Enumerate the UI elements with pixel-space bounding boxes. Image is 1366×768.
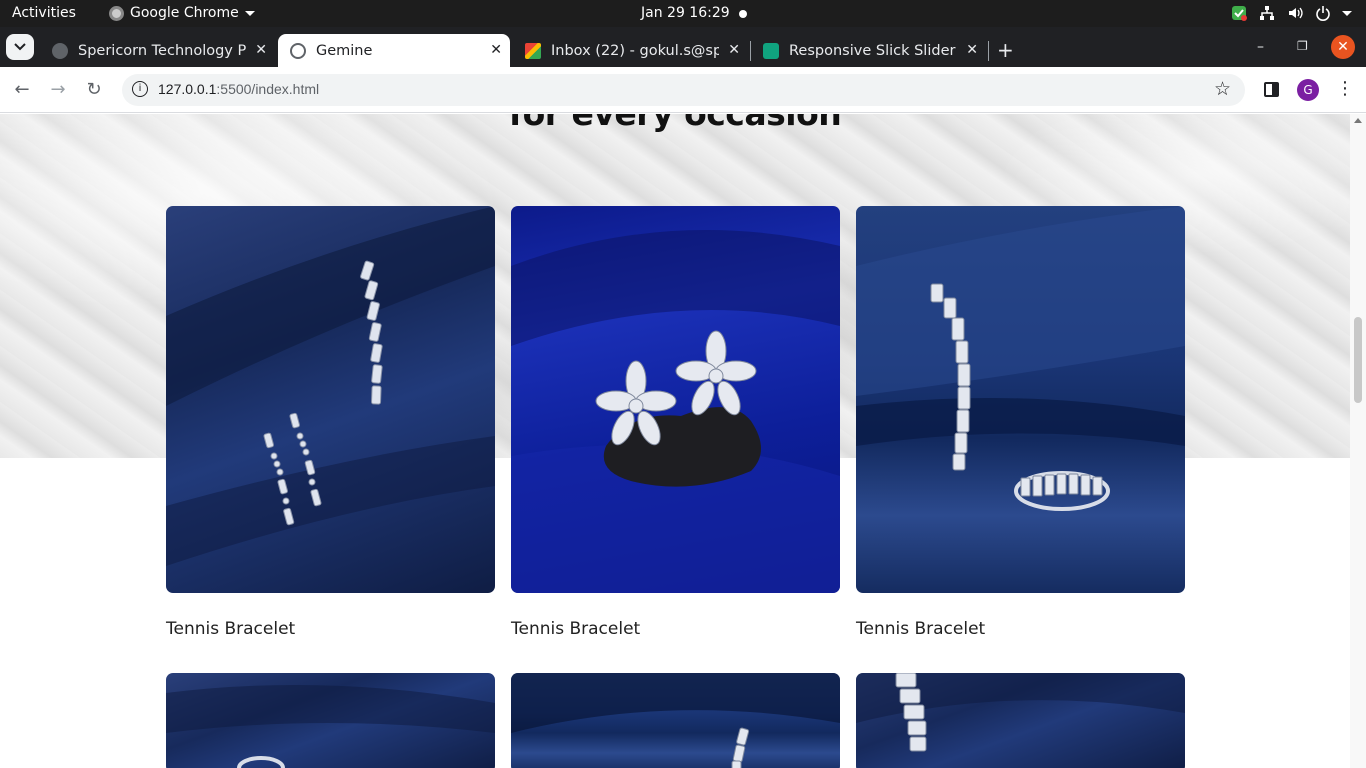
app-menu-label: Google Chrome bbox=[130, 5, 239, 21]
tab-spericorn[interactable]: Spericorn Technology Pv ✕ bbox=[40, 34, 275, 67]
product-image[interactable] bbox=[511, 673, 840, 768]
side-panel-icon[interactable] bbox=[1264, 82, 1279, 97]
app-menu[interactable]: Google Chrome bbox=[109, 5, 255, 21]
site-info-icon[interactable]: i bbox=[132, 81, 148, 97]
tab-separator bbox=[988, 41, 989, 61]
system-top-bar: Activities Google Chrome Jan 29 16:29 bbox=[0, 0, 1366, 27]
browser-toolbar: ← → ↻ i 127.0.0.1:5500/index.html ☆ G ⋮ bbox=[0, 67, 1366, 113]
chevron-down-icon bbox=[244, 10, 255, 16]
activities-button[interactable]: Activities bbox=[12, 5, 76, 21]
chevron-down-icon bbox=[14, 43, 26, 51]
product-card[interactable] bbox=[511, 673, 840, 768]
notification-dot-icon bbox=[739, 10, 747, 18]
update-shield-icon[interactable] bbox=[1230, 4, 1248, 22]
scroll-up-arrow-icon[interactable] bbox=[1354, 118, 1362, 123]
minimize-icon[interactable]: – bbox=[1257, 39, 1264, 55]
tab-title: Gemine bbox=[316, 42, 373, 59]
forward-arrow-icon[interactable]: → bbox=[48, 79, 68, 100]
close-tab-icon[interactable]: ✕ bbox=[728, 42, 740, 58]
product-card[interactable] bbox=[856, 673, 1185, 768]
power-icon[interactable] bbox=[1314, 4, 1332, 22]
page-viewport: for every occasion bbox=[0, 114, 1350, 768]
url-host: 127.0.0.1 bbox=[158, 81, 217, 97]
chrome-icon bbox=[109, 5, 124, 21]
window-close-icon[interactable]: ✕ bbox=[1331, 35, 1355, 59]
product-name[interactable]: Tennis Bracelet bbox=[511, 619, 840, 639]
restore-icon[interactable]: ❐ bbox=[1297, 39, 1308, 53]
tab-strip: Spericorn Technology Pv ✕ Gemine ✕ Inbox… bbox=[0, 27, 1366, 67]
url-path: :5500/index.html bbox=[216, 81, 320, 97]
product-image-bracelet-ring[interactable] bbox=[856, 206, 1185, 593]
address-bar[interactable]: i 127.0.0.1:5500/index.html ☆ bbox=[122, 74, 1245, 106]
scrollbar-thumb[interactable] bbox=[1354, 317, 1362, 403]
product-card[interactable]: Tennis Bracelet bbox=[511, 206, 840, 639]
new-tab-plus-icon[interactable]: + bbox=[997, 38, 1014, 62]
product-image[interactable] bbox=[856, 673, 1185, 768]
network-icon[interactable] bbox=[1258, 4, 1276, 22]
globe-icon bbox=[52, 42, 68, 59]
tab-title: Inbox (22) - gokul.s@spe bbox=[551, 42, 719, 59]
page-scrollbar[interactable] bbox=[1350, 114, 1366, 768]
volume-icon[interactable] bbox=[1286, 4, 1304, 22]
chrome-menu-icon[interactable]: ⋮ bbox=[1336, 78, 1354, 99]
profile-avatar[interactable]: G bbox=[1297, 79, 1319, 101]
tab-gmail-inbox[interactable]: Inbox (22) - gokul.s@spe ✕ bbox=[513, 34, 748, 67]
tab-slick-slider[interactable]: Responsive Slick Slider T ✕ bbox=[751, 34, 986, 67]
tab-search-button[interactable] bbox=[6, 34, 34, 60]
product-card[interactable]: Tennis Bracelet bbox=[166, 206, 495, 639]
tab-gemine[interactable]: Gemine ✕ bbox=[278, 34, 510, 67]
product-image-flower-earrings[interactable] bbox=[511, 206, 840, 593]
product-name[interactable]: Tennis Bracelet bbox=[856, 619, 1185, 639]
chevron-down-icon[interactable] bbox=[1342, 10, 1352, 16]
back-arrow-icon[interactable]: ← bbox=[12, 79, 32, 100]
tab-title: Responsive Slick Slider T bbox=[789, 42, 957, 59]
product-image-bracelet-earrings[interactable] bbox=[166, 206, 495, 593]
gmail-icon bbox=[525, 42, 541, 59]
product-name[interactable]: Tennis Bracelet bbox=[166, 619, 495, 639]
product-image[interactable] bbox=[166, 673, 495, 768]
chatgpt-icon bbox=[763, 42, 779, 59]
url-text[interactable]: 127.0.0.1:5500/index.html bbox=[158, 81, 319, 97]
reload-icon[interactable]: ↻ bbox=[84, 79, 104, 100]
clock[interactable]: Jan 29 16:29 bbox=[641, 5, 730, 21]
product-card[interactable]: Tennis Bracelet bbox=[856, 206, 1185, 639]
close-tab-icon[interactable]: ✕ bbox=[490, 42, 502, 58]
bookmark-star-icon[interactable]: ☆ bbox=[1214, 78, 1231, 100]
product-card[interactable] bbox=[166, 673, 495, 768]
close-tab-icon[interactable]: ✕ bbox=[255, 42, 267, 58]
section-heading: for every occasion bbox=[0, 114, 1350, 133]
tab-title: Spericorn Technology Pv bbox=[78, 42, 246, 59]
system-tray[interactable] bbox=[1230, 4, 1352, 22]
globe-icon bbox=[290, 42, 306, 59]
close-tab-icon[interactable]: ✕ bbox=[966, 42, 978, 58]
